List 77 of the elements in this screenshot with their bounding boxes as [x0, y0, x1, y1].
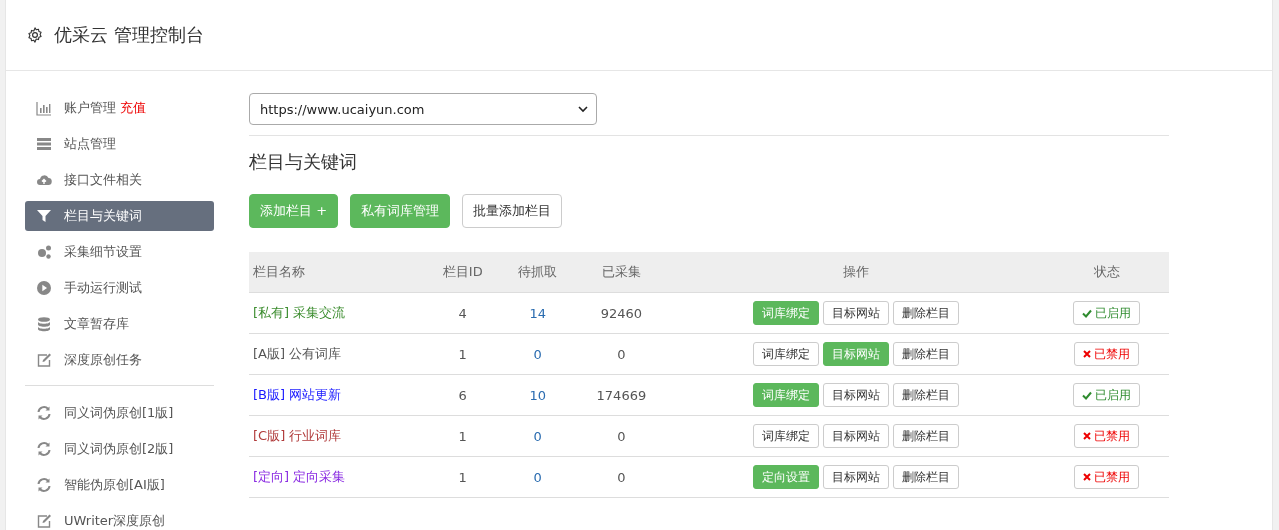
- sidebar-item[interactable]: 栏目与关键词: [25, 201, 214, 231]
- site-select[interactable]: https://www.ucaiyun.com: [249, 93, 597, 125]
- action-button[interactable]: 删除栏目: [893, 383, 960, 407]
- table-cell: 174669: [574, 374, 669, 416]
- table-cell: 1: [424, 456, 501, 498]
- action-button[interactable]: 目标网站: [823, 465, 890, 489]
- action-button[interactable]: 词库绑定: [753, 424, 820, 448]
- column-header: 已采集: [574, 252, 669, 293]
- action-button[interactable]: 目标网站: [823, 383, 890, 407]
- refresh-icon: [36, 477, 52, 493]
- column-header: 操作: [668, 252, 1045, 293]
- status-button[interactable]: 已禁用: [1074, 424, 1140, 448]
- section-title: 栏目与关键词: [249, 150, 358, 174]
- action-button[interactable]: 词库绑定: [753, 342, 820, 366]
- refresh-icon: [36, 405, 52, 421]
- table-cell: 0: [500, 456, 575, 498]
- close-icon: [1083, 432, 1092, 440]
- table-cell: 0: [500, 333, 575, 375]
- check-icon: [1082, 308, 1093, 318]
- column-header: 栏目ID: [424, 252, 501, 293]
- column-header: 状态: [1044, 252, 1169, 293]
- console-title: 优采云 管理控制台: [54, 23, 204, 47]
- action-button[interactable]: 删除栏目: [893, 342, 960, 366]
- edit-icon: [36, 513, 52, 529]
- action-button[interactable]: 删除栏目: [893, 424, 960, 448]
- table-cell: [B版] 网站更新: [249, 374, 425, 416]
- status-button[interactable]: 已启用: [1073, 301, 1141, 325]
- status-button[interactable]: 已禁用: [1074, 342, 1140, 366]
- sidebar-item[interactable]: 采集细节设置: [25, 237, 214, 267]
- table-cell: 0: [574, 415, 669, 457]
- edit-icon: [36, 352, 52, 368]
- table-cell: 1: [424, 333, 501, 375]
- table-cell: 92460: [574, 292, 669, 334]
- sidebar-item[interactable]: 文章暂存库: [25, 309, 214, 339]
- play-icon: [36, 280, 52, 296]
- settings-icon: [26, 26, 44, 44]
- action-button[interactable]: 删除栏目: [893, 465, 960, 489]
- table-cell: 0: [500, 415, 575, 457]
- action-button[interactable]: 目标网站: [823, 424, 890, 448]
- action-button[interactable]: 目标网站: [823, 301, 890, 325]
- status-button[interactable]: 已禁用: [1074, 465, 1140, 489]
- bar-chart-icon: [36, 100, 52, 116]
- column-header: 待抓取: [500, 252, 575, 293]
- table-cell: 14: [500, 292, 575, 334]
- status-button[interactable]: 已启用: [1073, 383, 1141, 407]
- table-cell: 1: [424, 415, 501, 457]
- action-button[interactable]: 删除栏目: [893, 301, 960, 325]
- table-cell: [A版] 公有词库: [249, 333, 425, 375]
- table-cell: 10: [500, 374, 575, 416]
- close-icon: [1083, 350, 1092, 358]
- sidebar-item[interactable]: UWriter深度原创: [25, 506, 214, 530]
- table-cell: [私有] 采集交流: [249, 292, 425, 334]
- cloud-upload-icon: [36, 172, 52, 188]
- check-icon: [1082, 390, 1093, 400]
- sidebar-item[interactable]: 智能伪原创[AI版]: [25, 470, 214, 500]
- sidebar-item[interactable]: 同义词伪原创[1版]: [25, 398, 214, 428]
- database-icon: [36, 316, 52, 332]
- sidebar-item[interactable]: 站点管理: [25, 129, 214, 159]
- table-cell: 0: [574, 456, 669, 498]
- sidebar-item[interactable]: 账户管理 充值: [25, 93, 214, 123]
- sidebar-item[interactable]: 接口文件相关: [25, 165, 214, 195]
- recharge-link[interactable]: 充值: [120, 99, 146, 117]
- column-header: 栏目名称: [249, 252, 425, 293]
- chevron-down-icon: [578, 105, 588, 113]
- sidebar-item[interactable]: 手动运行测试: [25, 273, 214, 303]
- sidebar-item[interactable]: 同义词伪原创[2版]: [25, 434, 214, 464]
- table-cell: 4: [424, 292, 501, 334]
- close-icon: [1083, 473, 1092, 481]
- table-cell: 0: [574, 333, 669, 375]
- table-cell: [定向] 定向采集: [249, 456, 425, 498]
- table-cell: 6: [424, 374, 501, 416]
- table-cell: [C版] 行业词库: [249, 415, 425, 457]
- toolbar-button[interactable]: 批量添加栏目: [462, 194, 563, 228]
- filter-icon: [36, 208, 52, 224]
- sidebar-item[interactable]: 深度原创任务: [25, 345, 214, 375]
- server-icon: [36, 136, 52, 152]
- refresh-icon: [36, 441, 52, 457]
